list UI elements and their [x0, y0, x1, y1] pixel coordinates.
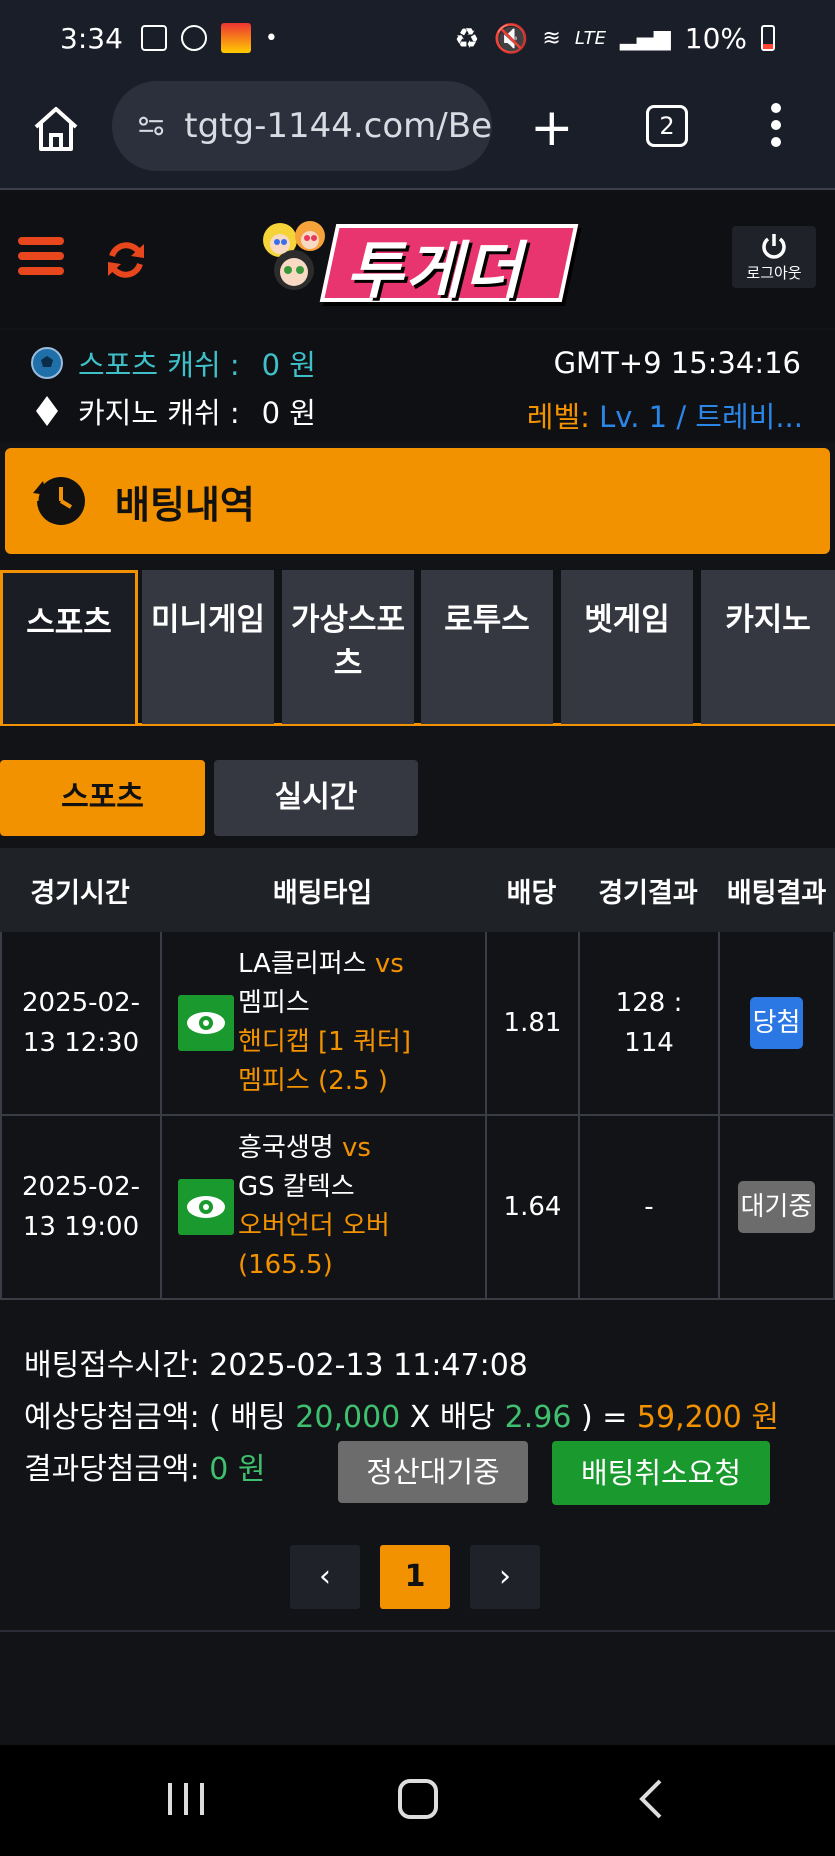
settle-pending-button[interactable]: 정산대기중: [338, 1441, 528, 1503]
casino-cash-value: 0 원: [261, 396, 316, 430]
missed-call-icon: [180, 25, 207, 51]
result-payout: 0 원: [209, 1452, 266, 1487]
match-time: 2025-02- 13 19:00: [2, 1116, 162, 1298]
status-badge: 대기중: [737, 1181, 816, 1233]
recycle-icon: ♻: [454, 21, 480, 55]
next-page-button[interactable]: ›: [470, 1545, 540, 1609]
header-odds: 배당: [506, 877, 557, 909]
user-level[interactable]: 레벨: Lv. 1 / 트레비...: [527, 394, 803, 436]
tab-casino[interactable]: 카지노: [701, 570, 835, 724]
header-bet-result: 배팅결과: [726, 877, 827, 909]
site-header: 투게더 로그아웃: [0, 192, 835, 328]
market: 핸디캡 [1 쿼터]: [238, 1027, 411, 1057]
system-nav-bar: [0, 1745, 835, 1856]
refresh-icon[interactable]: [104, 238, 148, 282]
logo-text: 투게더: [346, 234, 524, 307]
history-clock-icon: [33, 477, 85, 525]
home-icon[interactable]: [30, 103, 82, 155]
signal-icon: ▂▄▆: [620, 25, 671, 51]
url-bar[interactable]: tgtg-1144.com/Be: [112, 81, 492, 171]
cancel-bet-button[interactable]: 배팅취소요청: [552, 1441, 770, 1505]
logout-button[interactable]: 로그아웃: [732, 226, 816, 288]
odds: 1.81: [487, 932, 580, 1114]
view-eye-icon[interactable]: [178, 995, 234, 1051]
gallery-icon: [140, 25, 167, 51]
page-title: 배팅내역: [115, 482, 255, 527]
tab-virtual-sports[interactable]: 가상스포츠: [282, 570, 414, 724]
pick: 멤피스 (2.5 ): [238, 1066, 388, 1096]
site-logo[interactable]: 투게더: [258, 214, 579, 307]
wifi-icon: ≋: [542, 25, 561, 51]
category-tabs: 스포츠 미니게임 가상스포츠 로투스 벳게임 카지노: [0, 570, 835, 726]
match-score: 128 :114: [580, 932, 720, 1114]
tab-betgame[interactable]: 벳게임: [561, 570, 693, 724]
away-team: 멤피스: [238, 988, 310, 1018]
table-row: 2025-02- 13 12:30 LA클리퍼스 vs 멤피스 핸디캡 [1 쿼터…: [0, 932, 835, 1116]
soccer-ball-icon: [31, 347, 63, 379]
total-odds: 2.96: [504, 1400, 572, 1435]
url-text: tgtg-1144.com/Be: [184, 106, 492, 146]
home-nav-icon[interactable]: [398, 1779, 438, 1819]
new-tab-icon[interactable]: +: [530, 102, 574, 154]
mascot-logo-icon: [263, 221, 325, 290]
home-team: 흥국생명: [238, 1133, 334, 1163]
table-header: 경기시간 배팅타입 배당 경기결과 배팅결과: [0, 848, 835, 932]
battery-percent: 10%: [684, 21, 747, 55]
header-match-result: 경기결과: [598, 877, 698, 909]
odds: 1.64: [487, 1116, 580, 1298]
casino-cash-label: 카지노 캐쉬 :: [78, 396, 240, 430]
page-1-button[interactable]: 1: [380, 1545, 450, 1609]
status-bar: 3:34 • ♻ 🔇 ≋ LTE ▂▄▆ 10%: [0, 0, 835, 76]
menu-kebab-icon[interactable]: [770, 102, 782, 148]
logout-label: 로그아웃: [746, 264, 802, 282]
market: 오버언더 오버: [238, 1211, 390, 1241]
bet-type-cell: 흥국생명 vs GS 칼텍스 오버언더 오버 (165.5): [162, 1116, 487, 1298]
subtab-live[interactable]: 실시간: [214, 760, 418, 836]
speed-app-icon: [220, 23, 251, 53]
status-badge: 당첨: [749, 997, 804, 1049]
header-bet-type: 배팅타입: [272, 877, 373, 909]
page-title-bar: 배팅내역: [5, 448, 830, 554]
diamond-icon: [36, 396, 58, 426]
subtab-sports[interactable]: 스포츠: [0, 760, 205, 836]
tab-sports[interactable]: 스포츠: [0, 570, 138, 724]
dot-icon: •: [264, 25, 278, 51]
browser-toolbar: tgtg-1144.com/Be + 2: [0, 76, 835, 190]
prev-page-button[interactable]: ‹: [290, 1545, 360, 1609]
expected-payout: 59,200 원: [636, 1400, 780, 1435]
status-time: 3:34: [60, 21, 123, 55]
battery-icon: [761, 25, 775, 51]
sports-cash-label: 스포츠 캐쉬 :: [78, 348, 240, 382]
bet-type-cell: LA클리퍼스 vs 멤피스 핸디캡 [1 쿼터] 멤피스 (2.5 ): [162, 932, 487, 1114]
home-team: LA클리퍼스: [238, 949, 367, 979]
bet-amount: 20,000: [295, 1400, 401, 1435]
bets-table: 경기시간 배팅타입 배당 경기결과 배팅결과 2025-02- 13 12:30 …: [0, 848, 835, 1300]
tab-lotus[interactable]: 로투스: [421, 570, 553, 724]
back-icon[interactable]: [636, 1779, 666, 1819]
match-score: -: [580, 1116, 720, 1298]
recents-icon[interactable]: [166, 1781, 206, 1817]
mute-icon: 🔇: [493, 21, 529, 55]
received-time-value: 2025-02-13 11:47:08: [209, 1348, 528, 1383]
table-row: 2025-02- 13 19:00 흥국생명 vs GS 칼텍스 오버언더 오버 …: [0, 1116, 835, 1300]
power-icon: [762, 234, 786, 259]
divider: [0, 1630, 835, 1632]
pick: (165.5): [238, 1250, 333, 1280]
tab-minigame[interactable]: 미니게임: [142, 570, 274, 724]
tab-switcher-button[interactable]: 2: [646, 105, 688, 147]
received-time-label: 배팅접수시간:: [24, 1348, 200, 1383]
hamburger-menu-icon[interactable]: [18, 237, 64, 283]
view-eye-icon[interactable]: [178, 1179, 234, 1235]
pagination: ‹ 1 ›: [290, 1545, 540, 1609]
header-match-time: 경기시간: [30, 877, 130, 909]
cash-info: 스포츠 캐쉬 : 0 원 카지노 캐쉬 : 0 원 GMT+9 15:34:16…: [0, 330, 835, 442]
away-team: GS 칼텍스: [238, 1172, 355, 1202]
sports-cash-value: 0 원: [261, 348, 316, 382]
server-clock: GMT+9 15:34:16: [553, 346, 801, 380]
site-settings-icon[interactable]: [138, 112, 164, 140]
match-time: 2025-02- 13 12:30: [2, 932, 162, 1114]
network-label: LTE: [574, 27, 606, 49]
